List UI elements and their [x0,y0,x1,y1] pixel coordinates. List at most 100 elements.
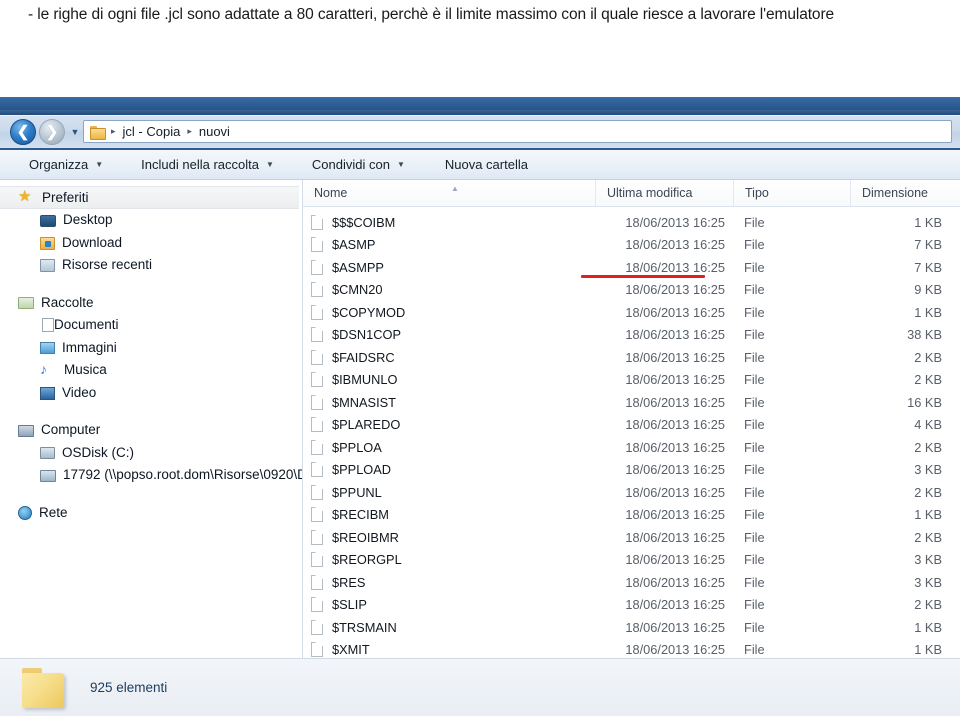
file-icon [311,214,323,230]
file-size-cell: 1 KB [914,304,942,320]
file-icon [311,349,323,365]
network-icon [18,505,32,520]
file-size-cell: 9 KB [914,282,942,298]
sidebar-group-rete[interactable]: Rete [0,501,302,524]
file-modified-cell: 18/06/2013 16:25 [625,394,725,410]
video-icon [40,386,55,400]
status-bar: 925 elementi [0,658,960,716]
file-type-cell: File [744,597,765,613]
sidebar-item-video[interactable]: Video [0,381,302,404]
column-header-dimensione[interactable]: Dimensione [850,180,960,206]
chevron-down-icon[interactable]: ▼ [68,127,82,137]
table-row[interactable]: $RES 18/06/2013 16:25 File 3 KB [303,571,960,594]
toolbar-includi-nella-raccolta[interactable]: Includi nella raccolta ▼ [132,154,283,175]
sidebar-item-musica-label: Musica [64,362,107,378]
table-row[interactable]: $TRSMAIN 18/06/2013 16:25 File 1 KB [303,616,960,639]
file-modified-cell: 18/06/2013 16:25 [625,304,725,320]
sidebar-item-download[interactable]: Download [0,231,302,254]
file-list-pane: Nome ▲ Ultima modifica Tipo Dimensione $… [303,180,960,658]
table-row[interactable]: $FAIDSRC 18/06/2013 16:25 File 2 KB [303,346,960,369]
sidebar-item-immagini[interactable]: Immagini [0,336,302,359]
table-row[interactable]: $IBMUNLO 18/06/2013 16:25 File 2 KB [303,369,960,392]
table-row[interactable]: $PPLOAD 18/06/2013 16:25 File 3 KB [303,459,960,482]
file-size-cell: 2 KB [914,349,942,365]
file-modified-cell: 18/06/2013 16:25 [625,372,725,388]
folder-icon [22,667,66,708]
file-name-cell: $MNASIST [303,394,595,410]
sidebar-group-computer[interactable]: Computer [0,419,302,442]
breadcrumb-item-0[interactable]: jcl - Copia [120,124,184,139]
table-row[interactable]: $MNASIST 18/06/2013 16:25 File 16 KB [303,391,960,414]
table-row[interactable]: $CMN20 18/06/2013 16:25 File 9 KB [303,279,960,302]
file-size-cell: 2 KB [914,484,942,500]
sidebar-item-musica[interactable]: ♪ Musica [0,359,302,382]
toolbar-organizza[interactable]: Organizza ▼ [20,154,112,175]
file-size-cell: 1 KB [914,214,942,230]
table-row[interactable]: $COPYMOD 18/06/2013 16:25 File 1 KB [303,301,960,324]
file-icon [311,484,323,500]
toolbar-nuova-cartella[interactable]: Nuova cartella [436,154,537,175]
file-name-label: $ASMPP [332,259,384,275]
file-type-cell: File [744,394,765,410]
file-type-cell: File [744,259,765,275]
file-modified-cell: 18/06/2013 16:25 [625,619,725,635]
file-name-label: $RES [332,574,366,590]
file-name-label: $PPLOAD [332,462,392,478]
address-input[interactable]: ▸ jcl - Copia ▸ nuovi [83,120,952,143]
table-row[interactable]: $RECIBM 18/06/2013 16:25 File 1 KB [303,504,960,527]
sidebar-group-computer-label: Computer [41,422,101,438]
file-size-cell: 7 KB [914,259,942,275]
breadcrumb-separator: ▸ [111,126,116,136]
sidebar-group-raccolte[interactable]: Raccolte [0,291,302,314]
file-modified-cell: 18/06/2013 16:25 [625,282,725,298]
toolbar-condividi-con[interactable]: Condividi con ▼ [303,154,414,175]
column-header-tipo[interactable]: Tipo [733,180,850,206]
table-row[interactable]: $PLAREDO 18/06/2013 16:25 File 4 KB [303,414,960,437]
file-name-label: $FAIDSRC [332,349,395,365]
file-icon [311,237,323,253]
table-row[interactable]: $XMIT 18/06/2013 16:25 File 1 KB [303,639,960,659]
breadcrumb-item-1[interactable]: nuovi [196,124,233,139]
file-name-label: $PLAREDO [332,417,401,433]
table-row[interactable]: $DSN1COP 18/06/2013 16:25 File 38 KB [303,324,960,347]
table-row[interactable]: $ASMP 18/06/2013 16:25 File 7 KB [303,234,960,257]
file-icon [311,619,323,635]
table-row[interactable]: $PPLOA 18/06/2013 16:25 File 2 KB [303,436,960,459]
sidebar-item-risorse-recenti[interactable]: Risorse recenti [0,254,302,277]
file-name-cell: $REORGPL [303,552,595,568]
forward-button[interactable]: ❯ [39,118,65,145]
sidebar-item-risorse-recenti-label: Risorse recenti [62,257,153,273]
file-name-label: $PPUNL [332,484,382,500]
sidebar-item-desktop[interactable]: Desktop [0,209,302,232]
sidebar-item-documenti[interactable]: Documenti [0,314,302,337]
computer-icon [18,424,34,437]
file-name-cell: $$$COIBM [303,214,595,230]
sidebar-group-preferiti[interactable]: ★ Preferiti [0,186,299,209]
file-name-label: $SLIP [332,597,367,613]
file-icon [311,327,323,343]
column-header-nome[interactable]: Nome ▲ [303,180,595,206]
column-header-ultima-modifica[interactable]: Ultima modifica [595,180,733,206]
sort-ascending-icon: ▲ [451,184,459,193]
harddisk-icon [40,447,55,460]
file-type-cell: File [744,462,765,478]
file-name-cell: $FAIDSRC [303,349,595,365]
file-name-label: $COPYMOD [332,304,406,320]
file-modified-cell: 18/06/2013 16:25 [625,237,725,253]
file-name-cell: $CMN20 [303,282,595,298]
file-name-label: $ASMP [332,237,376,253]
back-button[interactable]: ❮ [10,118,36,145]
table-row[interactable]: $REOIBMR 18/06/2013 16:25 File 2 KB [303,526,960,549]
table-row[interactable]: $REORGPL 18/06/2013 16:25 File 3 KB [303,549,960,572]
sidebar-item-network-drive[interactable]: 17792 (\\popso.root.dom\Risorse\0920\Do [0,464,302,487]
file-icon [311,462,323,478]
table-row[interactable]: $SLIP 18/06/2013 16:25 File 2 KB [303,594,960,617]
sidebar-item-video-label: Video [62,384,97,400]
file-type-cell: File [744,304,765,320]
table-row[interactable]: $$$COIBM 18/06/2013 16:25 File 1 KB [303,211,960,234]
file-size-cell: 3 KB [914,574,942,590]
sidebar-item-osdisk[interactable]: OSDisk (C:) [0,441,302,464]
file-size-cell: 1 KB [914,619,942,635]
file-icon [311,394,323,410]
table-row[interactable]: $PPUNL 18/06/2013 16:25 File 2 KB [303,481,960,504]
